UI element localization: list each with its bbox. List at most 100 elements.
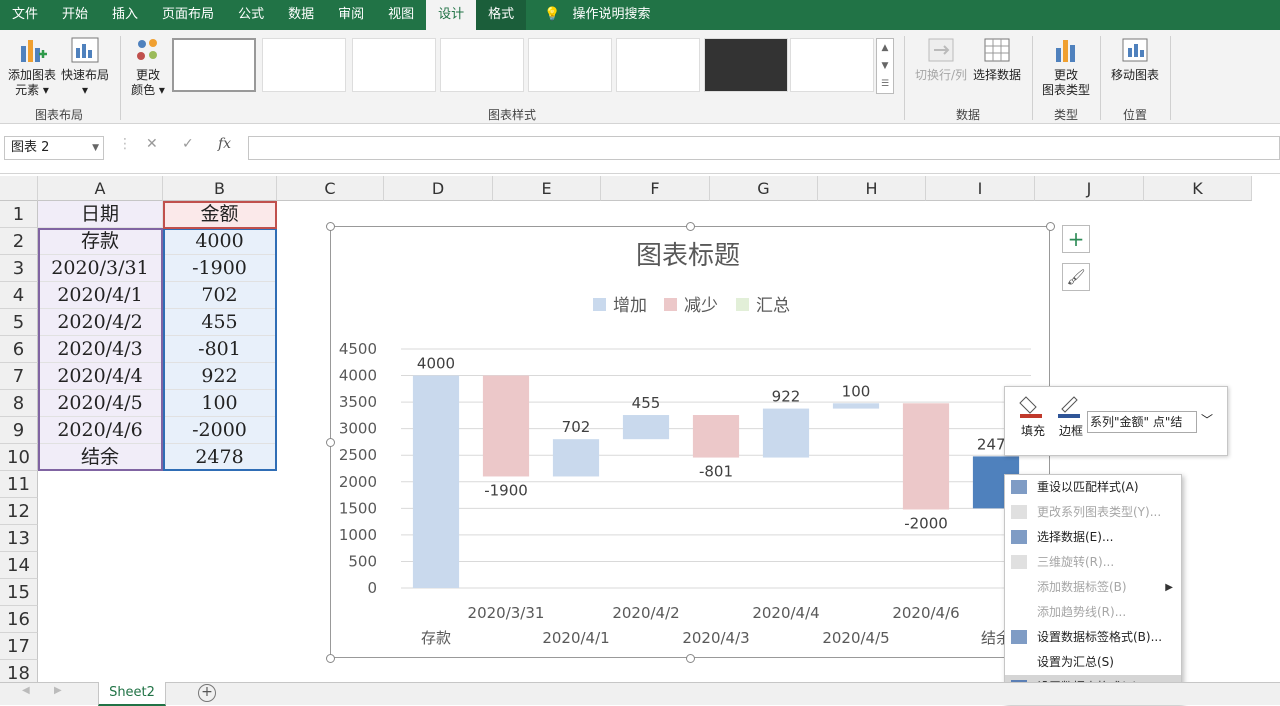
- cell-date[interactable]: 2020/3/31: [38, 255, 163, 282]
- add-sheet-icon[interactable]: +: [198, 684, 216, 702]
- column-header-d[interactable]: D: [384, 176, 493, 201]
- context-menu-item[interactable]: 添加数据标签(B) ▶: [1005, 575, 1181, 600]
- row-header-15[interactable]: 15: [0, 579, 38, 606]
- cell-amount[interactable]: -2000: [163, 417, 277, 444]
- cell-amount[interactable]: 455: [163, 309, 277, 336]
- tab-formulas[interactable]: 公式: [226, 0, 276, 30]
- cell-amount[interactable]: 702: [163, 282, 277, 309]
- context-menu-item[interactable]: 设置数据标签格式(B)...: [1005, 625, 1181, 650]
- context-menu-item[interactable]: 重设以匹配样式(A): [1005, 475, 1181, 500]
- move-chart-button[interactable]: 移动图表: [1106, 36, 1164, 83]
- context-menu-item[interactable]: 更改系列图表类型(Y)...: [1005, 500, 1181, 525]
- column-header-f[interactable]: F: [601, 176, 710, 201]
- row-header-16[interactable]: 16: [0, 606, 38, 633]
- tab-data[interactable]: 数据: [276, 0, 326, 30]
- row-header-7[interactable]: 7: [0, 363, 38, 390]
- tab-view[interactable]: 视图: [376, 0, 426, 30]
- name-box[interactable]: 图表 2 ▼: [4, 136, 104, 160]
- cell-amount[interactable]: 922: [163, 363, 277, 390]
- column-header-e[interactable]: E: [493, 176, 601, 201]
- row-header-6[interactable]: 6: [0, 336, 38, 363]
- row-header-9[interactable]: 9: [0, 417, 38, 444]
- column-header-j[interactable]: J: [1035, 176, 1144, 201]
- fill-button[interactable]: 填充: [1013, 393, 1053, 439]
- cell-date[interactable]: 2020/4/3: [38, 336, 163, 363]
- select-data-button[interactable]: 选择数据: [970, 36, 1024, 83]
- column-header-h[interactable]: H: [818, 176, 926, 201]
- resize-handle[interactable]: [326, 222, 335, 231]
- tab-design[interactable]: 设计: [426, 0, 477, 30]
- row-header-4[interactable]: 4: [0, 282, 38, 309]
- prev-sheet-icon[interactable]: ◀: [22, 685, 30, 696]
- insert-function-icon[interactable]: fx: [218, 136, 231, 152]
- next-sheet-icon[interactable]: ▶: [54, 685, 62, 696]
- tab-format[interactable]: 格式: [476, 0, 527, 30]
- chart-style-2[interactable]: [262, 38, 346, 92]
- chart-style-3[interactable]: [352, 38, 436, 92]
- row-header-13[interactable]: 13: [0, 525, 38, 552]
- chart-element-select[interactable]: 系列"金额" 点"结: [1087, 411, 1197, 433]
- sheet-tab[interactable]: Sheet2: [98, 682, 166, 706]
- chart[interactable]: 图表标题 增加 减少 汇总 0 500 1000 1500 2000 2500 3000 3500 40…: [330, 226, 1050, 658]
- resize-handle[interactable]: [326, 654, 335, 663]
- resize-handle[interactable]: [686, 222, 695, 231]
- enter-icon[interactable]: ✓: [182, 136, 194, 152]
- cell-amount[interactable]: -801: [163, 336, 277, 363]
- border-button[interactable]: 边框: [1051, 393, 1091, 439]
- chart-styles-brush-icon[interactable]: 🖌: [1062, 263, 1090, 291]
- row-header-5[interactable]: 5: [0, 309, 38, 336]
- tab-insert[interactable]: 插入: [100, 0, 150, 30]
- formula-input[interactable]: [248, 136, 1280, 160]
- tell-me-search[interactable]: 💡 操作说明搜索: [526, 0, 662, 30]
- chart-style-7[interactable]: [704, 38, 788, 92]
- row-header-8[interactable]: 8: [0, 390, 38, 417]
- resize-handle[interactable]: [326, 438, 335, 447]
- chart-style-1[interactable]: [172, 38, 256, 92]
- cell-amount[interactable]: -1900: [163, 255, 277, 282]
- cell-amount[interactable]: 金额: [163, 201, 277, 228]
- cell-date[interactable]: 2020/4/6: [38, 417, 163, 444]
- column-header-c[interactable]: C: [277, 176, 384, 201]
- chevron-down-icon[interactable]: ﹀: [1201, 411, 1213, 428]
- cell-amount[interactable]: 100: [163, 390, 277, 417]
- row-header-17[interactable]: 17: [0, 633, 38, 660]
- cell-amount[interactable]: 4000: [163, 228, 277, 255]
- cell-date[interactable]: 2020/4/1: [38, 282, 163, 309]
- context-menu-item[interactable]: 设置为汇总(S): [1005, 650, 1181, 675]
- gallery-more-icon[interactable]: ☰: [877, 75, 893, 93]
- context-menu-item[interactable]: 三维旋转(R)...: [1005, 550, 1181, 575]
- chart-style-6[interactable]: [616, 38, 700, 92]
- cell-date[interactable]: 2020/4/5: [38, 390, 163, 417]
- chart-style-4[interactable]: [440, 38, 524, 92]
- row-header-11[interactable]: 11: [0, 471, 38, 498]
- row-header-3[interactable]: 3: [0, 255, 38, 282]
- context-menu-item[interactable]: 选择数据(E)...: [1005, 525, 1181, 550]
- style-gallery-scroll[interactable]: ▲ ▼ ☰: [876, 38, 894, 94]
- chevron-down-icon[interactable]: ▼: [877, 57, 893, 75]
- resize-handle[interactable]: [686, 654, 695, 663]
- tab-home[interactable]: 开始: [50, 0, 100, 30]
- chart-style-8[interactable]: [790, 38, 874, 92]
- change-colors-button[interactable]: 更改 颜色 ▾: [126, 36, 170, 98]
- chevron-down-icon[interactable]: ▼: [92, 137, 99, 159]
- column-header-k[interactable]: K: [1144, 176, 1252, 201]
- quick-layout-button[interactable]: 快速布局 ▾: [60, 36, 110, 98]
- row-header-10[interactable]: 10: [0, 444, 38, 471]
- resize-handle[interactable]: [1046, 222, 1055, 231]
- cell-date[interactable]: 2020/4/4: [38, 363, 163, 390]
- column-header-g[interactable]: G: [710, 176, 818, 201]
- change-chart-type-button[interactable]: 更改 图表类型: [1038, 36, 1094, 98]
- chart-elements-plus-icon[interactable]: +: [1062, 225, 1090, 253]
- switch-row-column-button[interactable]: 切换行/列: [912, 36, 970, 83]
- row-header-12[interactable]: 12: [0, 498, 38, 525]
- tab-page-layout[interactable]: 页面布局: [150, 0, 226, 30]
- add-chart-element-button[interactable]: 添加图表 元素 ▾: [4, 36, 60, 98]
- row-header-2[interactable]: 2: [0, 228, 38, 255]
- chevron-up-icon[interactable]: ▲: [877, 39, 893, 57]
- select-all-corner[interactable]: [0, 176, 38, 201]
- cell-amount[interactable]: 2478: [163, 444, 277, 471]
- cell-date[interactable]: 存款: [38, 228, 163, 255]
- cell-date[interactable]: 2020/4/2: [38, 309, 163, 336]
- column-header-b[interactable]: B: [163, 176, 277, 201]
- row-header-1[interactable]: 1: [0, 201, 38, 228]
